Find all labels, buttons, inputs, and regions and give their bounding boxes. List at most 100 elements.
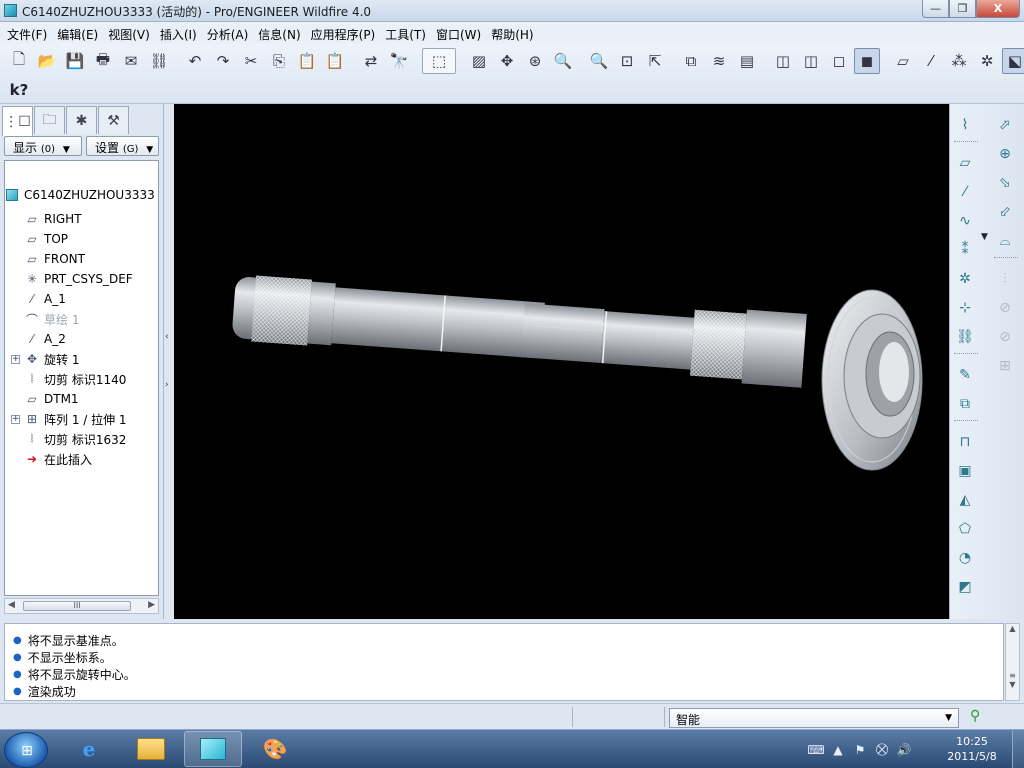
pattern-tool-icon[interactable]: ⊞ bbox=[992, 353, 1018, 379]
no-hidden-icon[interactable]: ◻ bbox=[826, 48, 852, 74]
selection-filter-dropdown[interactable]: 智能 ▼ bbox=[669, 708, 959, 728]
scroll-right-icon[interactable]: ▶ bbox=[148, 600, 155, 610]
datum-points-icon[interactable]: ⁂ bbox=[946, 48, 972, 74]
menu-applications[interactable]: 应用程序(P) bbox=[306, 22, 381, 44]
whats-this-icon[interactable]: k? bbox=[6, 77, 32, 103]
zoom-in-icon[interactable]: 🔍 bbox=[550, 48, 576, 74]
hole-tool-icon[interactable]: ⊓ bbox=[952, 429, 978, 455]
coordinate-systems-icon[interactable]: ✲ bbox=[974, 48, 1000, 74]
folder-browser-tab[interactable]: 🗀 bbox=[34, 106, 65, 134]
axis-tool-icon[interactable]: ⁄ bbox=[952, 179, 978, 205]
menu-help[interactable]: 帮助(H) bbox=[486, 22, 538, 44]
datum-planes-icon[interactable]: ▱ bbox=[890, 48, 916, 74]
volume-icon[interactable]: 🔊 bbox=[893, 743, 915, 757]
chamfer-tool-icon[interactable]: ◩ bbox=[952, 574, 978, 600]
copy-feature-icon[interactable]: ⧉ bbox=[952, 391, 978, 417]
taskbar-explorer[interactable] bbox=[122, 731, 180, 767]
tree-item[interactable]: ➜ 在此插入 bbox=[11, 449, 92, 469]
plane-tool-icon[interactable]: ▱ bbox=[952, 150, 978, 176]
send-link-icon[interactable]: ⛓ bbox=[146, 48, 172, 74]
maximize-button[interactable]: ❐ bbox=[949, 0, 976, 18]
connections-tab[interactable]: ⚒ bbox=[98, 106, 129, 134]
boundary-tool-icon[interactable]: ⌓ bbox=[992, 228, 1018, 254]
action-center-flag-icon[interactable]: ⚑ bbox=[849, 743, 871, 757]
favorites-tab[interactable]: ✱ bbox=[66, 106, 97, 134]
scroll-thumb[interactable]: III bbox=[23, 601, 131, 611]
shell-tool-icon[interactable]: ▣ bbox=[952, 458, 978, 484]
tree-item[interactable]: ⦚ 切剪 标识1632 bbox=[11, 429, 127, 449]
show-hidden-icons-icon[interactable]: ▲ bbox=[827, 743, 849, 757]
tree-item[interactable]: ⌒ 草绘 1 bbox=[11, 309, 79, 329]
tree-horizontal-scrollbar[interactable]: ◀ III ▶ bbox=[4, 598, 159, 614]
taskbar-paint[interactable]: 🎨 bbox=[246, 731, 304, 767]
layers-icon[interactable]: ≋ bbox=[706, 48, 732, 74]
menu-tools[interactable]: 工具(T) bbox=[380, 22, 431, 44]
scroll-down-icon[interactable]: ▼ bbox=[1006, 680, 1019, 689]
menu-insert[interactable]: 插入(I) bbox=[155, 22, 202, 44]
spin-center-icon[interactable]: ✥ bbox=[494, 48, 520, 74]
reorient-icon[interactable]: ⇱ bbox=[642, 48, 668, 74]
close-button[interactable]: X bbox=[976, 0, 1020, 18]
tree-root-part[interactable]: C6140ZHUZHOU3333.PRT bbox=[6, 188, 154, 202]
datum-plane-tool-icon[interactable]: ⌇ bbox=[952, 112, 978, 138]
chevron-down-icon[interactable]: ▼ bbox=[981, 232, 988, 242]
minimize-button[interactable]: — bbox=[922, 0, 949, 18]
expand-node-icon[interactable]: + bbox=[11, 354, 20, 364]
csys-tool-icon[interactable]: ✲ bbox=[952, 266, 978, 292]
tree-item[interactable]: ▱ TOP bbox=[11, 229, 68, 249]
sketch-tool-icon[interactable]: ✎ bbox=[952, 362, 978, 388]
revolve-tool-icon[interactable]: ⊕ bbox=[992, 141, 1018, 167]
trim-tool-icon[interactable]: ⊘ bbox=[992, 324, 1018, 350]
show-desktop-button[interactable] bbox=[1012, 730, 1024, 768]
undo-icon[interactable]: ↶ bbox=[182, 48, 208, 74]
copy-icon[interactable]: ⎘ bbox=[266, 48, 292, 74]
sweep-tool-icon[interactable]: ⬂ bbox=[992, 170, 1018, 196]
find-icon[interactable]: 🔭 bbox=[386, 48, 412, 74]
paste-icon[interactable]: 📋 bbox=[294, 48, 320, 74]
menu-edit[interactable]: 编辑(E) bbox=[52, 22, 103, 44]
annotation-display-icon[interactable]: ⬕ bbox=[1002, 48, 1024, 74]
orient-mode-icon[interactable]: ⊛ bbox=[522, 48, 548, 74]
shading-icon[interactable]: ◼ bbox=[854, 48, 880, 74]
taskbar-clock[interactable]: 10:25 2011/5/8 bbox=[942, 734, 1002, 764]
menu-analysis[interactable]: 分析(A) bbox=[202, 22, 254, 44]
taskbar-ie[interactable]: e bbox=[60, 731, 118, 767]
tree-item[interactable]: ⦚ 切剪 标识1140 bbox=[11, 369, 127, 389]
blend-tool-icon[interactable]: ⬃ bbox=[992, 199, 1018, 225]
tree-item[interactable]: ⁄ A_2 bbox=[11, 329, 66, 349]
tree-item[interactable]: + ✥ 旋转 1 bbox=[11, 349, 79, 369]
merge-tool-icon[interactable]: ⊘ bbox=[992, 295, 1018, 321]
hidden-line-icon[interactable]: ◫ bbox=[798, 48, 824, 74]
analysis-feature-icon[interactable]: ⊹ bbox=[952, 295, 978, 321]
graphics-window[interactable] bbox=[174, 104, 949, 619]
scroll-up-icon[interactable]: ▲ bbox=[1006, 624, 1019, 633]
tree-item[interactable]: ▱ RIGHT bbox=[11, 209, 81, 229]
tree-item[interactable]: ✳ PRT_CSYS_DEF bbox=[11, 269, 133, 289]
collapse-left-icon[interactable]: ‹ bbox=[165, 332, 169, 342]
view-manager-icon[interactable]: ▤ bbox=[734, 48, 760, 74]
message-scrollbar[interactable]: ▲ ≡ ▼ bbox=[1005, 623, 1020, 701]
datum-axes-icon[interactable]: ⁄ bbox=[918, 48, 944, 74]
model-tree-tab[interactable]: ⋮☐ bbox=[2, 106, 33, 136]
scroll-left-icon[interactable]: ◀ bbox=[8, 600, 15, 610]
start-button[interactable]: ⊞ bbox=[4, 732, 48, 768]
tree-item[interactable]: + ⊞ 阵列 1 / 拉伸 1 bbox=[11, 409, 127, 429]
redo-icon[interactable]: ↷ bbox=[210, 48, 236, 74]
regenerate-icon[interactable]: ⇄ bbox=[358, 48, 384, 74]
new-icon[interactable]: 🗋 bbox=[6, 48, 32, 74]
taskbar-proe[interactable] bbox=[184, 731, 242, 767]
zoom-out-icon[interactable]: 🔍 bbox=[586, 48, 612, 74]
menu-info[interactable]: 信息(N) bbox=[253, 22, 305, 44]
show-dropdown[interactable]: 显示 (0) ▼ bbox=[4, 136, 82, 156]
wireframe-icon[interactable]: ◫ bbox=[770, 48, 796, 74]
select-box-icon[interactable]: ⬚ bbox=[422, 48, 456, 74]
panel-splitter[interactable]: ‹ › bbox=[164, 104, 174, 619]
round-tool-icon[interactable]: ◔ bbox=[952, 545, 978, 571]
settings-dropdown[interactable]: 设置 (G) ▼ bbox=[86, 136, 159, 156]
keyboard-icon[interactable]: ⌨ bbox=[805, 743, 827, 757]
point-tool-icon[interactable]: ⁑ bbox=[952, 237, 978, 263]
print-icon[interactable]: 🖶 bbox=[90, 48, 116, 74]
refit-icon[interactable]: ⊡ bbox=[614, 48, 640, 74]
network-icon[interactable]: ⛒ bbox=[871, 742, 893, 757]
paste-special-icon[interactable]: 📋 bbox=[322, 48, 348, 74]
